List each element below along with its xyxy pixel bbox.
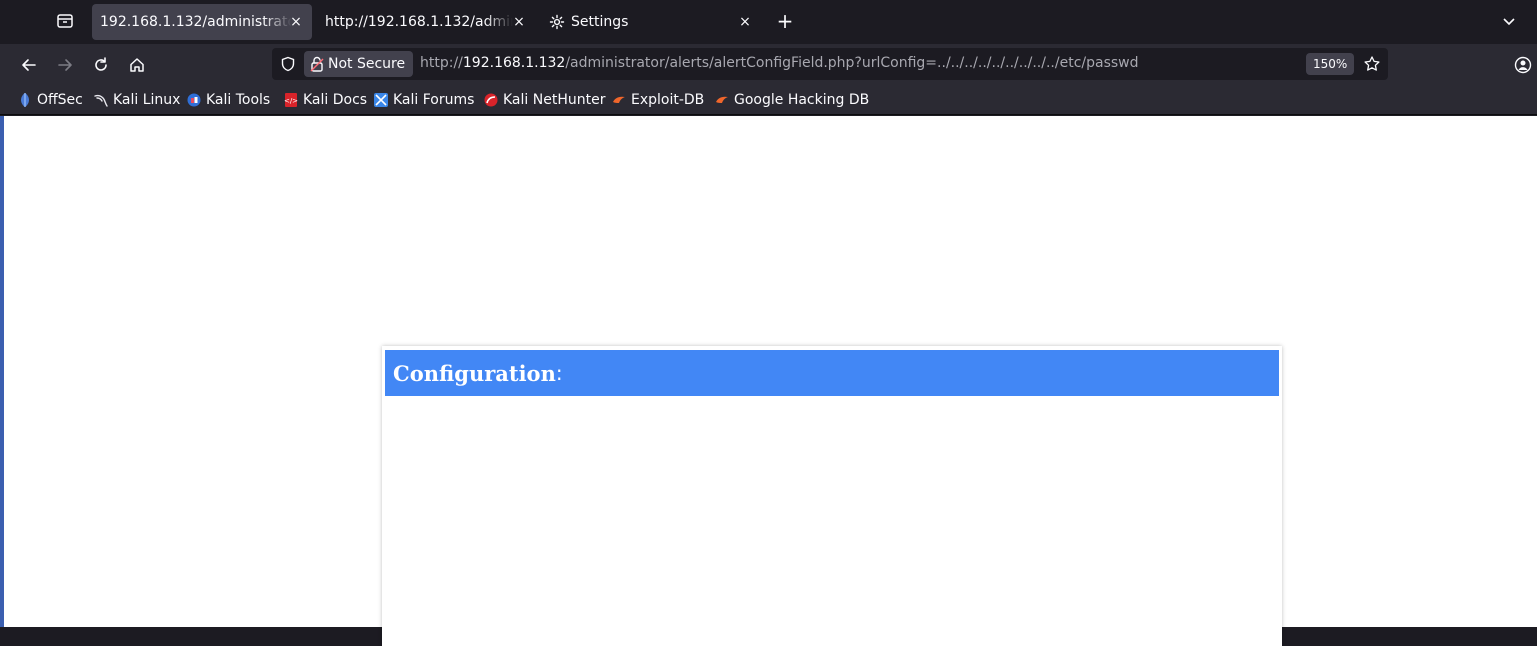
bookmark-kali-tools[interactable]: Kali Tools (186, 90, 270, 110)
firefox-view-icon[interactable] (52, 8, 78, 34)
forward-button[interactable] (50, 50, 80, 80)
bookmark-exploit-db[interactable]: Exploit-DB (611, 90, 704, 110)
tab-settings[interactable]: Settings × (541, 4, 761, 40)
ghdb-icon (714, 92, 730, 108)
bookmark-label: Kali NetHunter (503, 92, 606, 108)
chevron-down-icon[interactable] (1496, 8, 1522, 34)
kali-forums-icon (373, 92, 389, 108)
bookmark-google-hacking-db[interactable]: Google Hacking DB (714, 90, 869, 110)
shield-icon[interactable] (278, 54, 298, 74)
tab-strip: 192.168.1.132/administrator/alerts × htt… (0, 0, 1537, 44)
bookmark-star-icon[interactable] (1362, 54, 1382, 74)
tab-title: 192.168.1.132/administrator/alerts (100, 14, 292, 30)
security-label: Not Secure (328, 56, 406, 72)
reload-button[interactable] (86, 50, 116, 80)
exploitdb-icon (611, 92, 627, 108)
offsec-icon (17, 92, 33, 108)
nethunter-icon (483, 92, 499, 108)
url-scheme: http:// (420, 55, 463, 71)
bookmark-label: Google Hacking DB (734, 92, 870, 108)
kali-dragon-icon (93, 92, 109, 108)
tab-administrator[interactable]: http://192.168.1.132/administrator × (317, 4, 535, 40)
url-text[interactable]: http://192.168.1.132/administrator/alert… (420, 55, 1139, 71)
url-bar[interactable]: Not Secure http://192.168.1.132/administ… (272, 48, 1388, 80)
tab-title: Settings (571, 14, 629, 30)
bookmark-label: Kali Docs (303, 92, 368, 108)
nav-toolbar: Not Secure http://192.168.1.132/administ… (0, 44, 1537, 85)
gear-icon (549, 14, 565, 30)
close-icon[interactable]: × (509, 12, 529, 32)
close-icon[interactable]: × (735, 12, 755, 32)
account-icon[interactable] (1510, 52, 1536, 78)
security-indicator[interactable]: Not Secure (304, 51, 414, 77)
new-tab-button[interactable]: + (772, 8, 798, 34)
bookmark-label: Kali Linux (113, 92, 181, 108)
home-button[interactable] (122, 50, 152, 80)
url-path: /administrator/alerts/alertConfigField.p… (565, 55, 1139, 71)
tab-title: http://192.168.1.132/administrator (325, 14, 513, 30)
back-button[interactable] (14, 50, 44, 80)
kali-docs-icon: </> (283, 92, 299, 108)
bookmark-label: Exploit-DB (631, 92, 705, 108)
bookmarks-toolbar: OffSec Kali Linux Kali Tools </> Kali Do… (0, 85, 1537, 115)
zoom-indicator[interactable]: 150% (1306, 53, 1355, 75)
kali-tools-icon (186, 92, 202, 108)
bookmark-label: OffSec (37, 92, 83, 108)
page-content: Configuration: (4, 116, 1537, 646)
tab-alerts[interactable]: 192.168.1.132/administrator/alerts × (92, 4, 312, 40)
configuration-panel: Configuration: (382, 346, 1282, 646)
bookmark-label: Kali Forums (393, 92, 475, 108)
close-icon[interactable]: × (286, 12, 306, 32)
bookmark-kali-linux[interactable]: Kali Linux (93, 90, 180, 110)
broken-lock-icon (310, 56, 324, 72)
bookmark-kali-nethunter[interactable]: Kali NetHunter (483, 90, 605, 110)
page-title: Configuration (393, 360, 556, 386)
title-colon: : (555, 361, 563, 385)
bookmark-kali-docs[interactable]: </> Kali Docs (283, 90, 367, 110)
bookmark-offsec[interactable]: OffSec (17, 90, 83, 110)
panel-header: Configuration: (385, 350, 1279, 396)
url-host: 192.168.1.132 (462, 55, 566, 71)
bookmark-label: Kali Tools (206, 92, 271, 108)
bookmark-kali-forums[interactable]: Kali Forums (373, 90, 474, 110)
svg-text:</>: </> (284, 97, 298, 105)
